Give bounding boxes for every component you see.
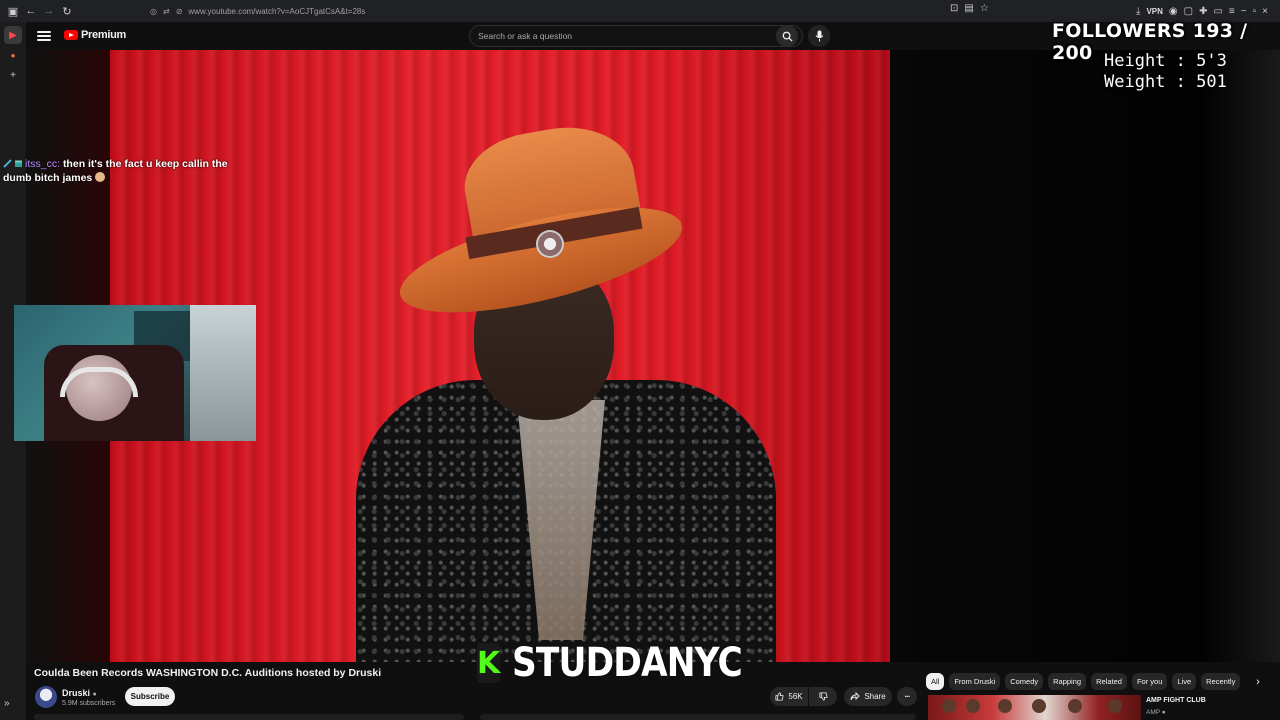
recommendation-filter-chips: All From Druski Comedy Rapping Related For yo… (926, 673, 1248, 690)
add-tab-icon[interactable]: + (4, 66, 22, 84)
subscriber-count: 5.9M subscribers (62, 700, 116, 707)
more-dots-icon: ··· (904, 692, 911, 701)
youtube-play-icon (64, 30, 78, 40)
like-count: 56K (788, 692, 803, 701)
bookmark-star-icon[interactable]: ☆ (980, 3, 989, 14)
minimize-icon[interactable]: − (1241, 6, 1247, 17)
webcam-door (190, 305, 256, 441)
hamburger-menu-icon[interactable] (36, 28, 52, 44)
close-icon[interactable]: × (1262, 6, 1268, 17)
kick-logo: K (477, 643, 501, 683)
address-bar[interactable]: ◎ ⇄ ⊘ www.youtube.com/watch?v=AoCJTgatCs… (150, 3, 365, 19)
search-button[interactable] (776, 25, 798, 47)
microphone-icon (815, 30, 823, 42)
tab-favicon-icon[interactable]: ● (4, 46, 22, 64)
like-button[interactable]: 56K (770, 687, 808, 706)
emoji-icon (95, 172, 106, 182)
maximize-icon[interactable]: ▫ (1253, 6, 1257, 17)
filter-chip[interactable]: All (926, 673, 945, 690)
chat-username: itss_cc: (25, 158, 61, 170)
share-label: Share (864, 692, 886, 701)
thumbs-up-icon (775, 692, 784, 701)
channel-avatar[interactable] (35, 686, 57, 708)
no-tracking-icon: ⊘ (175, 6, 183, 16)
verified-icon: ● (1161, 709, 1166, 716)
filter-chip[interactable]: From Druski (949, 673, 1001, 690)
youtube-premium-logo[interactable]: Premium (64, 29, 126, 41)
recommended-channel: AMP ● (1146, 709, 1166, 716)
more-actions-button[interactable]: ··· (897, 687, 917, 706)
description-bar (34, 714, 464, 720)
stats-overlay: Height : 5'3 Weight : 501 (1104, 51, 1227, 93)
forward-icon[interactable]: → (40, 2, 58, 20)
filter-chip[interactable]: Comedy (1005, 673, 1044, 690)
streamer-name: STUDDANYC (512, 640, 743, 686)
download-icon[interactable]: ⤓ (1136, 6, 1140, 17)
filter-chip[interactable]: Live (1172, 673, 1197, 690)
chat-message: itss_cc: then it's the fact u keep calli… (3, 157, 243, 185)
shield-icon: ◎ (150, 6, 157, 16)
expand-sidebar-icon[interactable]: » (4, 698, 10, 709)
dislike-button[interactable] (809, 687, 837, 706)
sword-badge-icon (3, 158, 12, 168)
puzzle-icon[interactable]: ✚ (1199, 6, 1207, 17)
reload-icon[interactable]: ↻ (58, 2, 76, 20)
performer-figure (356, 110, 776, 662)
filter-chip[interactable]: Recently (1201, 673, 1241, 690)
streamer-nameplate: K STUDDANYC (467, 635, 743, 691)
share-icon (850, 692, 860, 701)
logo-text: Premium (81, 29, 126, 41)
sidebar-toggle-icon[interactable]: ▣ (4, 2, 22, 20)
search-input[interactable]: Search or ask a question (469, 25, 803, 47)
kick-logo-letter: K (477, 645, 501, 681)
streamer-webcam (14, 305, 256, 441)
description-bar-right (480, 714, 916, 720)
url-text: www.youtube.com/watch?v=AoCJTgatCsA&t=28… (188, 6, 366, 16)
verified-icon: ● (92, 691, 97, 698)
screenshot-icon[interactable]: ⊡ (950, 3, 958, 14)
youtube-tab-icon[interactable]: ▶ (4, 26, 22, 44)
subscribe-button[interactable]: Subscribe (125, 687, 175, 706)
channel-name[interactable]: Druski ● (62, 688, 97, 698)
filter-chip[interactable]: Related (1091, 673, 1127, 690)
chips-next-arrow-icon[interactable]: › (1250, 673, 1266, 690)
vpn-button[interactable]: VPN (1146, 7, 1162, 16)
search-icon (782, 31, 793, 42)
hat-buckle (536, 230, 564, 258)
recommended-video-title[interactable]: AMP FIGHT CLUB (1146, 697, 1206, 704)
filter-chip[interactable]: Rapping (1048, 673, 1087, 690)
height-stat: Height : 5'3 (1104, 51, 1227, 71)
picture-icon[interactable]: ▤ (964, 3, 973, 14)
share-button[interactable]: Share (844, 687, 892, 706)
extension-icon-2[interactable]: ▢ (1184, 6, 1193, 17)
recommended-video-thumbnail[interactable] (928, 695, 1141, 720)
voice-search-button[interactable] (808, 25, 830, 47)
tracking-icon: ⇄ (162, 6, 170, 16)
video-title: Coulda Been Records WASHINGTON D.C. Audi… (34, 667, 382, 679)
extension-icon[interactable]: ◉ (1169, 6, 1178, 17)
dark-stage-area (890, 50, 1280, 662)
browser-toolbar: ▣ ← → ↻ ◎ ⇄ ⊘ www.youtube.com/watch?v=Ao… (0, 0, 1280, 22)
wallet-icon[interactable]: ▭ (1213, 6, 1222, 17)
gift-badge-icon (14, 158, 23, 167)
thumbs-down-icon (818, 692, 828, 701)
back-icon[interactable]: ← (22, 2, 40, 20)
weight-stat: Weight : 501 (1104, 72, 1227, 92)
menu-icon[interactable]: ≡ (1229, 6, 1235, 17)
filter-chip[interactable]: For you (1131, 673, 1168, 690)
